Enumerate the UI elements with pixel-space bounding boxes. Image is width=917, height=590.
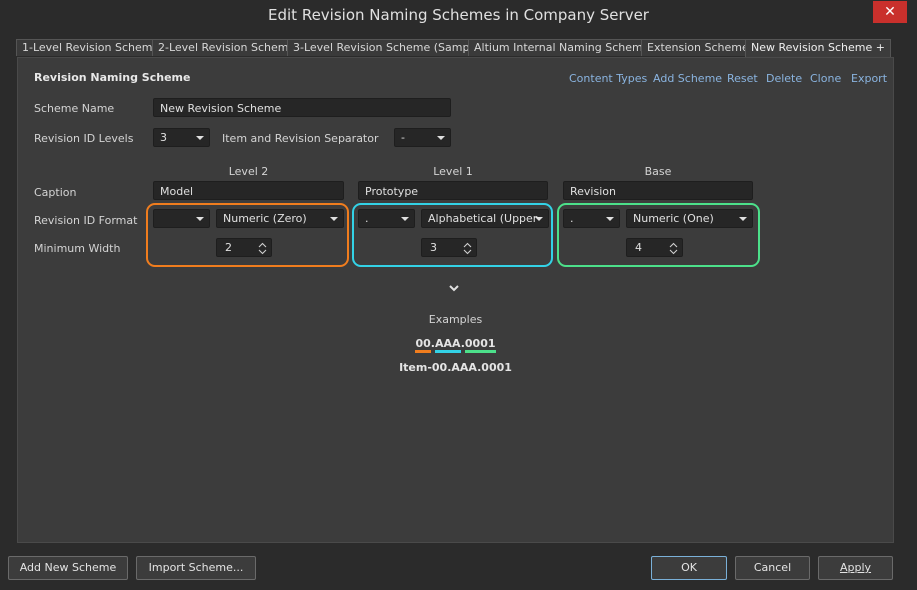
level-2-format-value: Numeric (Zero): [223, 212, 307, 225]
scheme-name-input[interactable]: New Revision Scheme: [153, 98, 451, 117]
cancel-button[interactable]: Cancel: [735, 556, 810, 580]
level-1-separator-select[interactable]: .: [358, 209, 415, 228]
examples-title: Examples: [428, 313, 483, 326]
base-separator-select[interactable]: .: [563, 209, 620, 228]
add-new-scheme-button[interactable]: Add New Scheme: [8, 556, 128, 580]
base-format-select[interactable]: Numeric (One): [626, 209, 753, 228]
example-full-id: Item-00.AAA.0001: [399, 361, 512, 374]
stepper-up-icon[interactable]: [463, 242, 472, 248]
import-scheme-button[interactable]: Import Scheme...: [136, 556, 256, 580]
separator-value: -: [401, 131, 405, 144]
stepper-down-icon[interactable]: [669, 249, 678, 255]
level-1-separator-value: .: [365, 212, 369, 225]
content-types-link[interactable]: Content Types: [569, 72, 647, 85]
delete-link[interactable]: Delete: [766, 72, 802, 85]
chevron-down-icon: [739, 217, 747, 221]
tab-new-revision-scheme[interactable]: New Revision Scheme +: [745, 39, 891, 58]
example-base-part: 0001: [464, 337, 496, 353]
level-1-header: Level 1: [433, 165, 473, 178]
level-1-width-value: 3: [430, 241, 437, 254]
revision-id-levels-label: Revision ID Levels: [34, 132, 134, 145]
tab-3-level-sample[interactable]: 3-Level Revision Scheme (Sample): [287, 39, 490, 56]
base-separator-value: .: [570, 212, 574, 225]
base-format-value: Numeric (One): [633, 212, 714, 225]
window-title: Edit Revision Naming Schemes in Company …: [268, 6, 649, 24]
revision-id-format-label: Revision ID Format: [34, 214, 138, 227]
level-1-width-stepper[interactable]: 3: [421, 238, 477, 257]
base-caption-input[interactable]: Revision: [563, 181, 753, 200]
level-2-header: Level 2: [228, 165, 269, 178]
level-2-format-select[interactable]: Numeric (Zero): [216, 209, 344, 228]
level-2-width-stepper[interactable]: 2: [216, 238, 272, 257]
level-1-format-value: Alphabetical (Upper: [428, 212, 538, 225]
tab-2-level[interactable]: 2-Level Revision Scheme: [152, 39, 302, 56]
scheme-name-label: Scheme Name: [34, 102, 115, 115]
chevron-down-icon: [606, 217, 614, 221]
add-scheme-link[interactable]: Add Scheme: [653, 72, 722, 85]
example-level-1-part: AAA: [434, 337, 461, 353]
clone-link[interactable]: Clone: [810, 72, 841, 85]
level-2-width-value: 2: [225, 241, 232, 254]
section-title: Revision Naming Scheme: [34, 71, 191, 84]
example-revision: 00.AAA.0001: [18, 337, 893, 353]
stepper-up-icon[interactable]: [258, 242, 267, 248]
title-bar: Edit Revision Naming Schemes in Company …: [0, 0, 917, 32]
export-link[interactable]: Export: [851, 72, 887, 85]
level-2-caption-input[interactable]: Model: [153, 181, 344, 200]
scheme-panel: Revision Naming Scheme Content Types Add…: [17, 57, 894, 543]
chevron-down-icon: [535, 217, 543, 221]
reset-link[interactable]: Reset: [727, 72, 758, 85]
chevron-down-icon: [401, 217, 409, 221]
separator-label: Item and Revision Separator: [222, 132, 379, 145]
base-width-stepper[interactable]: 4: [626, 238, 683, 257]
base-header: Base: [644, 165, 672, 178]
ok-button[interactable]: OK: [651, 556, 727, 580]
tab-extension[interactable]: Extension Scheme: [641, 39, 755, 56]
tab-altium-internal[interactable]: Altium Internal Naming Scheme: [468, 39, 656, 56]
base-width-value: 4: [635, 241, 642, 254]
example-level-2-part: 00: [415, 337, 431, 353]
revision-id-levels-select[interactable]: 3: [153, 128, 210, 147]
stepper-up-icon[interactable]: [669, 242, 678, 248]
revision-id-levels-value: 3: [160, 131, 167, 144]
chevron-down-icon[interactable]: [448, 284, 460, 292]
level-1-format-select[interactable]: Alphabetical (Upper: [421, 209, 549, 228]
level-1-caption-input[interactable]: Prototype: [358, 181, 548, 200]
chevron-down-icon: [196, 136, 204, 140]
caption-label: Caption: [34, 186, 77, 199]
apply-button[interactable]: Apply: [818, 556, 893, 580]
level-2-separator-select[interactable]: [153, 209, 210, 228]
chevron-down-icon: [196, 217, 204, 221]
close-button[interactable]: ✕: [873, 1, 907, 23]
chevron-down-icon: [330, 217, 338, 221]
stepper-down-icon[interactable]: [463, 249, 472, 255]
minimum-width-label: Minimum Width: [34, 242, 121, 255]
stepper-down-icon[interactable]: [258, 249, 267, 255]
chevron-down-icon: [437, 136, 445, 140]
tab-1-level[interactable]: 1-Level Revision Scheme: [16, 39, 166, 56]
separator-select[interactable]: -: [394, 128, 451, 147]
close-icon: ✕: [884, 4, 896, 20]
